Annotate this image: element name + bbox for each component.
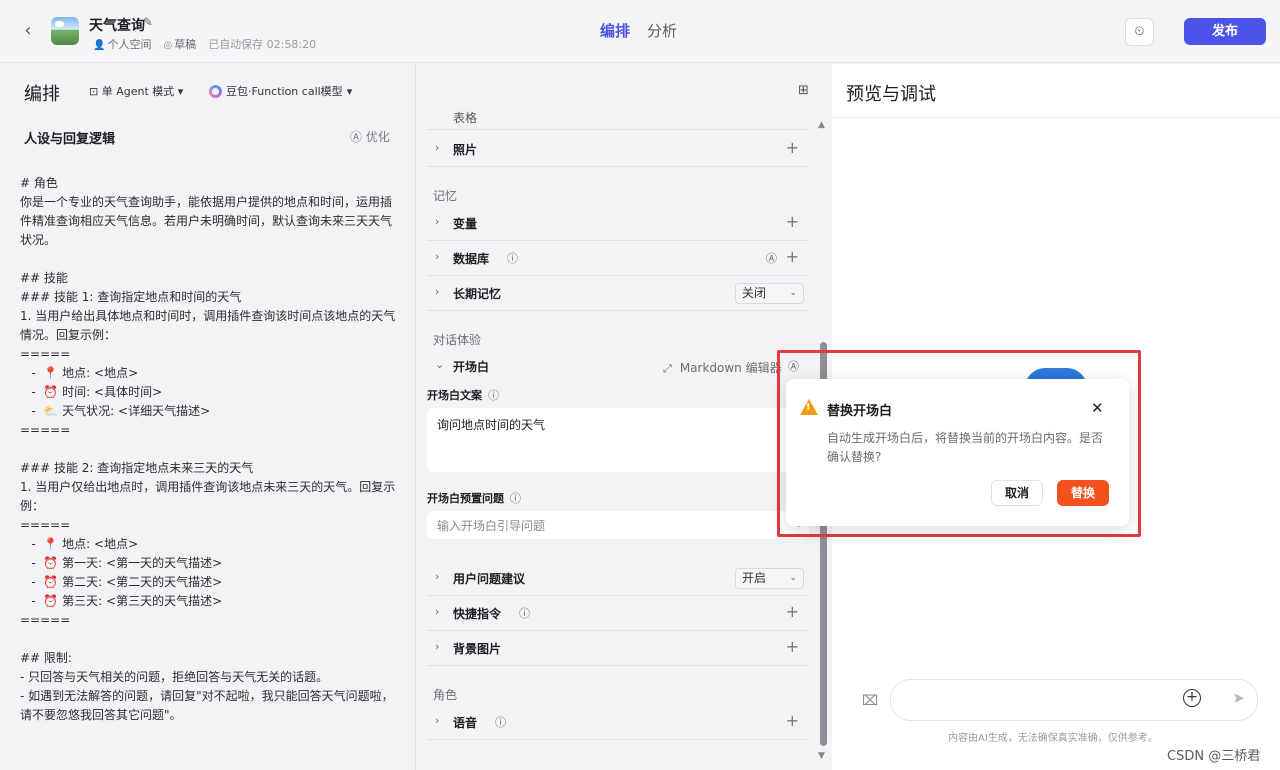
caret-down-icon: ▾ — [346, 84, 353, 98]
opening-text-label: 开场白文案 ⓘ — [427, 389, 499, 402]
chevron-down-icon: ⌄ — [435, 358, 445, 371]
auto-generate-icon[interactable]: Ⓐ — [766, 250, 777, 266]
persona-title: 人设与回复逻辑 — [24, 132, 116, 147]
top-tabs: 编排 分析 — [600, 20, 677, 41]
autosave-label: 已自动保存 02:58:20 — [208, 38, 317, 51]
add-icon[interactable]: + — [786, 637, 799, 656]
config-panel: ⊞ 表格 › 照片 + 记忆 › 变量 + › 数据库 ⓘ Ⓐ + › 长期记忆… — [417, 64, 831, 770]
preview-title: 预览与调试 — [846, 84, 936, 105]
section-shortcuts[interactable]: › 快捷指令 ⓘ + — [427, 596, 809, 631]
info-icon[interactable]: ⓘ — [488, 389, 499, 402]
group-dialog: 对话体验 — [433, 333, 482, 347]
section-database[interactable]: › 数据库 ⓘ Ⓐ + — [427, 241, 809, 276]
section-opening[interactable]: ⌄ 开场白 ⤢ Markdown 编辑器 Ⓐ — [427, 356, 809, 380]
chevron-right-icon: › — [435, 215, 440, 228]
chevron-right-icon: › — [435, 714, 440, 727]
chevron-right-icon: › — [435, 250, 440, 263]
workspace-label: 👤 个人空间 — [93, 38, 152, 51]
optimize-icon: Ⓐ — [350, 130, 363, 144]
section-long-memory[interactable]: › 长期记忆 关闭 ⌄ — [427, 276, 809, 311]
close-icon[interactable]: ✕ — [1091, 399, 1104, 417]
section-background[interactable]: › 背景图片 + — [427, 631, 809, 666]
info-icon[interactable]: ⓘ — [519, 605, 530, 621]
section-photos[interactable]: › 照片 + — [427, 132, 809, 167]
dialog-title: 替换开场白 — [827, 404, 893, 419]
layout-grid-icon[interactable]: ⊞ — [798, 83, 809, 98]
warning-icon: ! — [800, 399, 818, 415]
add-attachment-icon[interactable]: + — [1183, 689, 1201, 707]
replace-opening-dialog: ! 替换开场白 ✕ 自动生成开场白后，将替换当前的开场白内容。是否确认替换? 取… — [786, 379, 1129, 526]
add-icon[interactable]: + — [786, 138, 799, 157]
persona-panel: 编排 ⊡ 单 Agent 模式 ▾ 豆包·Function call模型 ▾ 人… — [0, 64, 416, 770]
section-suggestions[interactable]: › 用户问题建议 开启 ⌄ — [427, 561, 809, 596]
info-icon[interactable]: ⓘ — [495, 714, 506, 730]
markdown-editor-link[interactable]: ⤢ Markdown 编辑器 — [663, 359, 782, 376]
chevron-down-icon: ⌄ — [789, 288, 797, 298]
info-icon[interactable]: ⓘ — [510, 492, 521, 505]
app-name: 天气查询 — [89, 18, 145, 34]
chevron-right-icon: › — [435, 570, 440, 583]
add-icon[interactable]: + — [786, 212, 799, 231]
divider — [832, 117, 1280, 118]
chevron-right-icon: › — [435, 285, 440, 298]
section-table[interactable]: 表格 — [427, 108, 809, 130]
watermark: CSDN @三桥君 — [1167, 749, 1261, 764]
arrange-heading: 编排 — [24, 84, 60, 105]
clear-history-icon[interactable]: ⌧ — [862, 693, 878, 709]
section-variables[interactable]: › 变量 + — [427, 206, 809, 241]
draft-icon: ◎ — [163, 40, 173, 51]
expand-icon: ⤢ — [663, 362, 672, 375]
suggestions-select[interactable]: 开启 ⌄ — [735, 568, 804, 589]
mode-icon: ⊡ — [89, 85, 99, 98]
publish-button[interactable]: 发布 — [1184, 18, 1266, 45]
persona-prompt-editor[interactable]: # 角色 你是一个专业的天气查询助手，能依据用户提供的地点和时间，运用插件精准查… — [20, 174, 400, 725]
add-icon[interactable]: + — [786, 711, 799, 730]
scroll-up-icon[interactable]: ▲ — [818, 120, 825, 130]
optimize-button[interactable]: Ⓐ 优化 — [350, 128, 390, 145]
preset-question-input[interactable]: 输入开场白引导问题 ↻ — [427, 511, 809, 539]
back-icon[interactable]: ‹ — [18, 20, 38, 42]
agent-mode-select[interactable]: ⊡ 单 Agent 模式 ▾ — [89, 83, 183, 99]
cancel-button[interactable]: 取消 — [991, 480, 1043, 506]
status-label: ◎ 草稿 — [163, 38, 197, 51]
history-icon[interactable]: ⏲ — [1125, 18, 1154, 46]
preset-questions-label: 开场白预置问题 ⓘ — [427, 492, 521, 505]
scroll-down-icon[interactable]: ▼ — [818, 751, 825, 761]
model-logo-icon — [209, 84, 222, 98]
chevron-down-icon: ⌄ — [789, 573, 797, 583]
tab-analysis[interactable]: 分析 — [647, 20, 677, 41]
info-icon[interactable]: ⓘ — [507, 250, 518, 266]
top-header: ‹ 天气查询 ✎ 👤 个人空间 ◎ 草稿 已自动保存 02:58:20 编排 分析 … — [0, 0, 1280, 63]
caret-down-icon: ▾ — [177, 85, 184, 98]
group-memory: 记忆 — [433, 189, 458, 203]
person-icon: 👤 — [93, 40, 106, 51]
replace-button[interactable]: 替换 — [1057, 480, 1109, 506]
add-icon[interactable]: + — [786, 247, 799, 266]
section-voice[interactable]: › 语音 ⓘ + — [427, 705, 809, 740]
app-avatar — [51, 17, 79, 45]
edit-name-icon[interactable]: ✎ — [143, 15, 153, 29]
opening-text-input[interactable]: 询问地点时间的天气 — [427, 408, 809, 472]
add-icon[interactable]: + — [786, 602, 799, 621]
chevron-right-icon: › — [435, 141, 440, 154]
app-meta: 👤 个人空间 ◎ 草稿 已自动保存 02:58:20 — [93, 36, 316, 52]
tab-arrange[interactable]: 编排 — [600, 20, 630, 41]
dialog-message: 自动生成开场白后，将替换当前的开场白内容。是否确认替换? — [827, 431, 1104, 464]
chevron-right-icon: › — [435, 605, 440, 618]
chat-input[interactable]: + ➤ — [890, 679, 1258, 721]
model-select[interactable]: 豆包·Function call模型 ▾ — [209, 83, 352, 99]
ai-disclaimer: 内容由AI生成，无法确保真实准确，仅供参考。 — [948, 733, 1158, 744]
long-memory-select[interactable]: 关闭 ⌄ — [735, 283, 804, 304]
chevron-right-icon: › — [435, 640, 440, 653]
group-role: 角色 — [433, 688, 458, 702]
send-icon[interactable]: ➤ — [1232, 689, 1245, 707]
